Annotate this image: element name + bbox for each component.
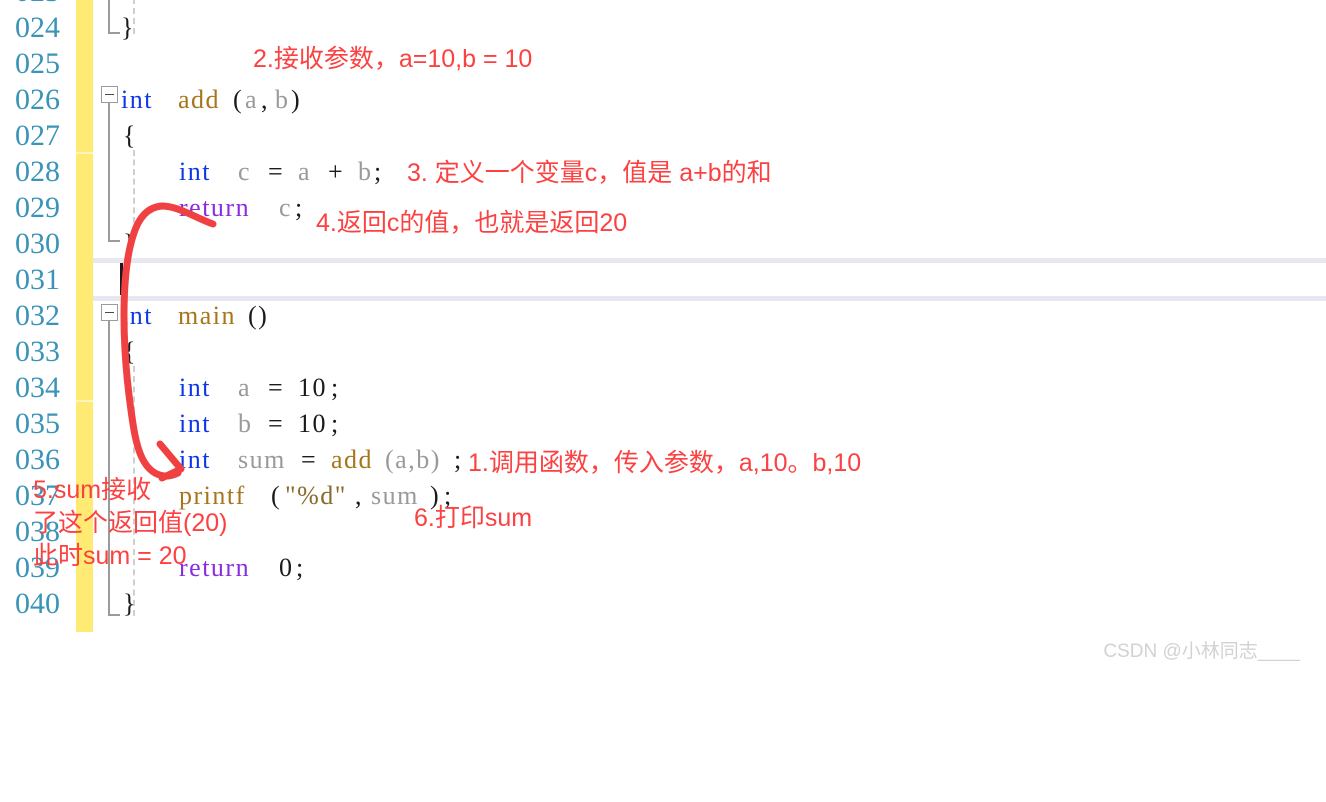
line-number: 030 bbox=[15, 227, 60, 260]
token-close-brace: } bbox=[123, 589, 137, 618]
token-var-c: c bbox=[279, 193, 293, 222]
token-parens: () bbox=[248, 301, 269, 330]
annotation-step-6: 6.打印sum bbox=[414, 504, 533, 532]
line-number: 040 bbox=[15, 587, 60, 620]
token-assign: = bbox=[268, 409, 285, 438]
code-line-034[interactable]: int a = 10 ; bbox=[93, 370, 1326, 406]
token-keyword-int: int bbox=[179, 373, 211, 402]
token-var-c: c bbox=[238, 157, 252, 186]
token-keyword-int: int bbox=[121, 301, 153, 330]
code-content[interactable]: } int add ( a , b ) { int c = a + b ; re… bbox=[93, 0, 1326, 632]
token-semicolon: ; bbox=[454, 445, 463, 474]
token-var-sum: sum bbox=[238, 445, 286, 474]
code-line-029[interactable]: return c ; bbox=[93, 190, 1326, 226]
code-line-038[interactable] bbox=[93, 514, 1326, 550]
token-semicolon: ; bbox=[331, 373, 340, 402]
line-number: 031 bbox=[15, 263, 60, 296]
code-editor[interactable]: 023 024 025 026 027 028 029 030 031 032 … bbox=[0, 0, 1326, 671]
line-number: 029 bbox=[15, 191, 60, 224]
token-call-args: (a,b) bbox=[385, 445, 441, 474]
token-close-brace: } bbox=[123, 229, 137, 258]
token-format-string: "%d" bbox=[285, 481, 347, 510]
line-number: 036 bbox=[15, 443, 60, 476]
token-var-b: b bbox=[358, 157, 373, 186]
code-line-030[interactable]: } bbox=[93, 226, 1326, 262]
token-number-10: 10 bbox=[298, 373, 327, 402]
line-number: 027 bbox=[15, 119, 60, 152]
token-open-brace: { bbox=[123, 337, 137, 366]
code-line-032[interactable]: int main () bbox=[93, 298, 1326, 334]
token-semicolon: ; bbox=[374, 157, 383, 186]
token-comma: , bbox=[355, 481, 363, 510]
token-keyword-return: return bbox=[179, 193, 251, 222]
line-number: 026 bbox=[15, 83, 60, 116]
token-open-brace: { bbox=[123, 121, 137, 150]
token-paren-open: ( bbox=[233, 85, 244, 114]
token-close-brace: } bbox=[121, 13, 135, 42]
annotation-step-2: 2.接收参数，a=10,b = 10 bbox=[253, 45, 533, 73]
token-function-add: add bbox=[331, 445, 374, 474]
annotation-step-3: 3. 定义一个变量c，值是 a+b的和 bbox=[407, 159, 772, 187]
annotation-step-4: 4.返回c的值，也就是返回20 bbox=[316, 209, 628, 237]
token-keyword-int: int bbox=[179, 157, 211, 186]
annotation-step-5-line-3: 此时sum = 20 bbox=[33, 542, 187, 570]
code-line-040[interactable]: } bbox=[93, 586, 1326, 622]
token-arg-sum: sum bbox=[371, 481, 419, 510]
code-line-026[interactable]: int add ( a , b ) bbox=[93, 82, 1326, 118]
token-keyword-int: int bbox=[121, 85, 153, 114]
line-number: 032 bbox=[15, 299, 60, 332]
watermark: CSDN @小林同志____ bbox=[1103, 641, 1300, 662]
code-line-037[interactable]: printf ( "%d" , sum ) ; bbox=[93, 478, 1326, 514]
token-keyword-int: int bbox=[179, 445, 211, 474]
token-keyword-int: int bbox=[179, 409, 211, 438]
token-assign: = bbox=[268, 157, 285, 186]
token-var-b: b bbox=[238, 409, 253, 438]
token-assign: = bbox=[268, 373, 285, 402]
token-var-a: a bbox=[298, 157, 312, 186]
token-assign: = bbox=[301, 445, 318, 474]
code-line-027[interactable]: { bbox=[93, 118, 1326, 154]
token-param-a: a bbox=[245, 85, 259, 114]
code-line-024[interactable]: } bbox=[93, 10, 1326, 46]
line-number: 035 bbox=[15, 407, 60, 440]
token-semicolon: ; bbox=[296, 553, 305, 582]
token-comma: , bbox=[261, 85, 269, 114]
code-line-031[interactable] bbox=[93, 262, 1326, 298]
text-caret bbox=[120, 263, 123, 295]
line-number: 034 bbox=[15, 371, 60, 404]
code-line-033[interactable]: { bbox=[93, 334, 1326, 370]
line-number: 028 bbox=[15, 155, 60, 188]
token-paren-open: ( bbox=[271, 481, 282, 510]
token-number-10: 10 bbox=[298, 409, 327, 438]
token-number-0: 0 bbox=[279, 553, 294, 582]
code-line-023[interactable] bbox=[93, 0, 1326, 10]
line-number: 033 bbox=[15, 335, 60, 368]
code-line-039[interactable]: return 0 ; bbox=[93, 550, 1326, 586]
token-semicolon: ; bbox=[295, 193, 304, 222]
token-plus: + bbox=[328, 157, 345, 186]
code-line-035[interactable]: int b = 10 ; bbox=[93, 406, 1326, 442]
token-param-b: b bbox=[275, 85, 290, 114]
token-keyword-return: return bbox=[179, 553, 251, 582]
token-function-add: add bbox=[178, 85, 221, 114]
token-paren-close: ) bbox=[291, 85, 302, 114]
annotation-step-5-line-1: 5.sum接收 bbox=[33, 476, 152, 504]
token-semicolon: ; bbox=[331, 409, 340, 438]
line-number: 024 bbox=[15, 11, 60, 44]
token-function-main: main bbox=[178, 301, 236, 330]
annotation-step-5-line-2: 了这个返回值(20) bbox=[33, 509, 228, 537]
line-number: 025 bbox=[15, 47, 60, 80]
token-var-a: a bbox=[238, 373, 252, 402]
line-number: 023 bbox=[0, 0, 60, 10]
annotation-step-1: 1.调用函数，传入参数，a,10。b,10 bbox=[468, 449, 862, 477]
